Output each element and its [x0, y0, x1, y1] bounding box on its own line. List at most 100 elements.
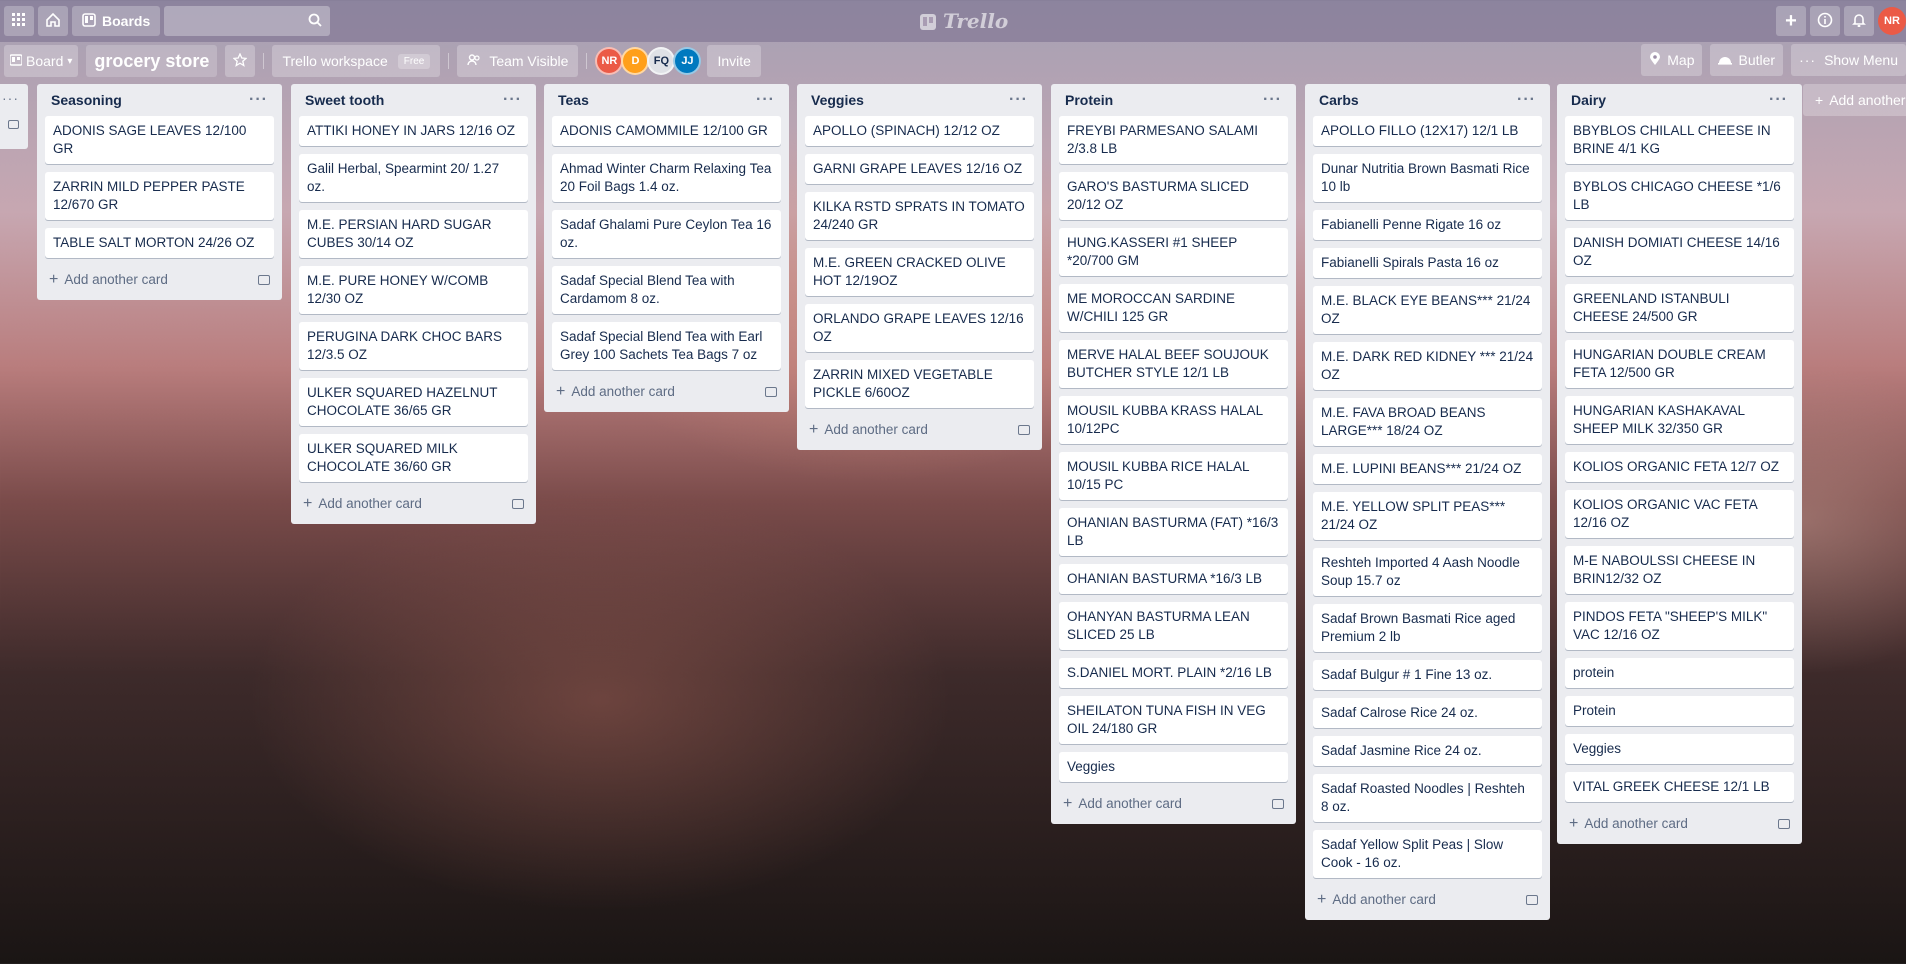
card-template-icon[interactable] [1018, 425, 1030, 435]
card[interactable]: M.E. FAVA BROAD BEANS LARGE*** 18/24 OZ [1313, 398, 1542, 446]
card[interactable]: TABLE SALT MORTON 24/26 OZ [45, 228, 274, 258]
add-list-button[interactable]: + Add another [1803, 84, 1906, 116]
card[interactable]: SHEILATON TUNA FISH IN VEG OIL 24/180 GR [1059, 696, 1288, 744]
user-avatar[interactable]: NR [1878, 7, 1906, 35]
add-card-button[interactable]: + Add another card [303, 495, 422, 513]
member-avatar[interactable]: FQ [647, 47, 676, 75]
card-template-icon[interactable] [1272, 799, 1284, 809]
add-card-button[interactable]: + Add another card [49, 271, 168, 289]
list-menu-icon[interactable]: ··· [249, 91, 268, 109]
card[interactable]: Sadaf Ghalami Pure Ceylon Tea 16 oz. [552, 210, 781, 258]
card[interactable]: M.E. BLACK EYE BEANS*** 21/24 OZ [1313, 286, 1542, 334]
notifications-button[interactable] [1844, 6, 1874, 36]
trello-logo[interactable]: Trello [920, 9, 1008, 33]
list-veggies[interactable]: Veggies ··· APOLLO (SPINACH) 12/12 OZ GARNI… [797, 84, 1042, 450]
list-title[interactable]: Teas [558, 92, 589, 108]
list-header[interactable]: Seasoning ··· [45, 84, 274, 116]
card[interactable]: M.E. PURE HONEY W/COMB 12/30 OZ [299, 266, 528, 314]
card[interactable]: FREYBI PARMESANO SALAMI 2/3.8 LB [1059, 116, 1288, 164]
card[interactable]: Sadaf Special Blend Tea with Earl Grey 1… [552, 322, 781, 370]
card[interactable]: Fabianelli Spirals Pasta 16 oz [1313, 248, 1542, 278]
list-menu-icon[interactable]: ··· [1263, 91, 1282, 109]
card[interactable]: MOUSIL KUBBA RICE HALAL 10/15 PC [1059, 452, 1288, 500]
card[interactable]: HUNGARIAN KASHAKAVAL SHEEP MILK 32/350 G… [1565, 396, 1794, 444]
list-sweet-tooth[interactable]: Sweet tooth ··· ATTIKI HONEY IN JARS 12/16… [291, 84, 536, 524]
list-title[interactable]: Carbs [1319, 92, 1359, 108]
card[interactable]: Dunar Nutritia Brown Basmati Rice 10 lb [1313, 154, 1542, 202]
card[interactable]: M.E. GREEN CRACKED OLIVE HOT 12/19OZ [805, 248, 1034, 296]
list-title[interactable]: Dairy [1571, 92, 1606, 108]
card[interactable]: M-E NABOULSSI CHEESE IN BRIN12/32 OZ [1565, 546, 1794, 594]
card[interactable]: ZARRIN MIXED VEGETABLE PICKLE 6/60OZ [805, 360, 1034, 408]
card[interactable]: ADONIS CAMOMMILE 12/100 GR [552, 116, 781, 146]
card[interactable]: M.E. LUPINI BEANS*** 21/24 OZ [1313, 454, 1542, 484]
workspace-button[interactable]: Trello workspace Free [272, 45, 441, 77]
card[interactable]: Fabianelli Penne Rigate 16 oz [1313, 210, 1542, 240]
card[interactable]: MERVE HALAL BEEF SOUJOUK BUTCHER STYLE 1… [1059, 340, 1288, 388]
list-menu-icon[interactable]: ··· [1769, 91, 1788, 109]
card-template-icon[interactable] [258, 275, 270, 285]
card[interactable]: protein [1565, 658, 1794, 688]
card[interactable]: GREENLAND ISTANBULI CHEESE 24/500 GR [1565, 284, 1794, 332]
card[interactable]: APOLLO (SPINACH) 12/12 OZ [805, 116, 1034, 146]
card[interactable]: ULKER SQUARED MILK CHOCOLATE 36/60 GR [299, 434, 528, 482]
card[interactable]: ATTIKI HONEY IN JARS 12/16 OZ [299, 116, 528, 146]
map-button[interactable]: Map [1641, 44, 1703, 76]
list-title[interactable]: Seasoning [51, 92, 122, 108]
list-title[interactable]: Veggies [811, 92, 864, 108]
card[interactable]: GARO'S BASTURMA SLICED 20/12 OZ [1059, 172, 1288, 220]
list-header[interactable]: Sweet tooth ··· [299, 84, 528, 116]
create-button[interactable]: + [1776, 6, 1806, 36]
butler-button[interactable]: Butler [1710, 44, 1784, 76]
card[interactable]: OHANYAN BASTURMA LEAN SLICED 25 LB [1059, 602, 1288, 650]
list-header[interactable]: Protein ··· [1059, 84, 1288, 116]
card[interactable]: M.E. DARK RED KIDNEY *** 21/24 OZ [1313, 342, 1542, 390]
card[interactable]: Sadaf Roasted Noodles | Reshteh 8 oz. [1313, 774, 1542, 822]
card[interactable]: ZARRIN MILD PEPPER PASTE 12/670 GR [45, 172, 274, 220]
card[interactable]: HUNG.KASSERI #1 SHEEP *20/700 GM [1059, 228, 1288, 276]
visibility-button[interactable]: Team Visible [457, 45, 579, 77]
card[interactable]: KOLIOS ORGANIC VAC FETA 12/16 OZ [1565, 490, 1794, 538]
member-avatar[interactable]: D [621, 47, 650, 75]
card[interactable]: Veggies [1565, 734, 1794, 764]
card[interactable]: Sadaf Special Blend Tea with Cardamom 8 … [552, 266, 781, 314]
card[interactable]: ORLANDO GRAPE LEAVES 12/16 OZ [805, 304, 1034, 352]
card[interactable]: APOLLO FILLO (12X17) 12/1 LB [1313, 116, 1542, 146]
list-protein[interactable]: Protein ··· FREYBI PARMESANO SALAMI 2/3.8 … [1051, 84, 1296, 824]
card[interactable]: BYBLOS CHICAGO CHEESE *1/6 LB [1565, 172, 1794, 220]
star-board-button[interactable] [225, 45, 256, 77]
boards-button[interactable]: Boards [72, 6, 161, 36]
list-title[interactable]: Protein [1065, 92, 1113, 108]
card[interactable]: Sadaf Yellow Split Peas | Slow Cook - 16… [1313, 830, 1542, 878]
card[interactable]: Sadaf Brown Basmati Rice aged Premium 2 … [1313, 604, 1542, 652]
home-button[interactable] [38, 6, 68, 36]
card[interactable]: PINDOS FETA "SHEEP'S MILK" VAC 12/16 OZ [1565, 602, 1794, 650]
list-teas[interactable]: Teas ··· ADONIS CAMOMMILE 12/100 GR Ahmad W… [544, 84, 789, 412]
list-carbs[interactable]: Carbs ··· APOLLO FILLO (12X17) 12/1 LB Duna… [1305, 84, 1550, 920]
card[interactable]: Reshteh Imported 4 Aash Noodle Soup 15.7… [1313, 548, 1542, 596]
card[interactable]: VITAL GREEK CHEESE 12/1 LB [1565, 772, 1794, 802]
card[interactable]: ADONIS SAGE LEAVES 12/100 GR [45, 116, 274, 164]
card[interactable]: GARNI GRAPE LEAVES 12/16 OZ [805, 154, 1034, 184]
add-card-button[interactable]: + Add another card [556, 383, 675, 401]
card[interactable]: Protein [1565, 696, 1794, 726]
card-template-icon[interactable] [1526, 895, 1538, 905]
card[interactable]: Sadaf Calrose Rice 24 oz. [1313, 698, 1542, 728]
info-button[interactable] [1810, 6, 1840, 36]
card-template-icon[interactable] [512, 499, 524, 509]
list-seasoning[interactable]: Seasoning ··· ADONIS SAGE LEAVES 12/100 GR… [37, 84, 282, 300]
add-card-button[interactable]: + Add another card [1569, 815, 1688, 833]
list-menu-icon[interactable]: ··· [1009, 91, 1028, 109]
card[interactable]: Ahmad Winter Charm Relaxing Tea 20 Foil … [552, 154, 781, 202]
card[interactable]: M.E. YELLOW SPLIT PEAS*** 21/24 OZ [1313, 492, 1542, 540]
list-menu-icon[interactable]: ··· [503, 91, 522, 109]
card[interactable]: M.E. PERSIAN HARD SUGAR CUBES 30/14 OZ [299, 210, 528, 258]
card[interactable]: DANISH DOMIATI CHEESE 14/16 OZ [1565, 228, 1794, 276]
card[interactable]: ULKER SQUARED HAZELNUT CHOCOLATE 36/65 G… [299, 378, 528, 426]
card[interactable]: MOUSIL KUBBA KRASS HALAL 10/12PC [1059, 396, 1288, 444]
list-menu-icon[interactable]: ··· [756, 91, 775, 109]
member-avatar[interactable]: JJ [673, 47, 702, 75]
card[interactable]: Galil Herbal, Spearmint 20/ 1.27 oz. [299, 154, 528, 202]
list-header[interactable]: Dairy ··· [1565, 84, 1794, 116]
list-header[interactable]: Carbs ··· [1313, 84, 1542, 116]
